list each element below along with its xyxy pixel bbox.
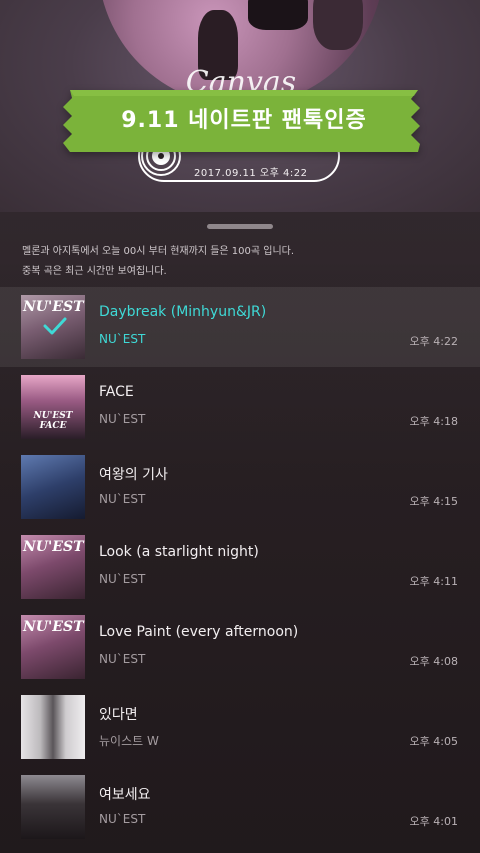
song-row[interactable]: NU'EST FACE FACE NU`EST 오후 4:18 <box>0 367 480 447</box>
banner-title: 9.11 네이트판 팬톡인증 <box>121 108 367 133</box>
song-row[interactable]: NU'EST Look (a starlight night) NU`EST 오… <box>0 527 480 607</box>
notice-text: 멜론과 아지톡에서 오늘 00시 부터 현재까지 들은 100곡 입니다. 중복… <box>22 242 462 282</box>
song-title: FACE <box>99 384 134 400</box>
album-art-figure <box>313 0 363 50</box>
album-thumbnail <box>21 775 85 839</box>
song-row[interactable]: NU'EST Love Paint (every afternoon) NU`E… <box>0 607 480 687</box>
play-time: 오후 4:22 <box>409 335 458 348</box>
drag-handle[interactable] <box>207 224 273 229</box>
song-title: 여보세요 <box>99 787 151 803</box>
song-artist: NU`EST <box>99 812 146 826</box>
song-title: Love Paint (every afternoon) <box>99 624 299 640</box>
album-thumbnail <box>21 695 85 759</box>
song-title: 여왕의 기사 <box>99 467 168 483</box>
play-time: 오후 4:18 <box>409 415 458 428</box>
song-list: NU'EST Daybreak (Minhyun&JR) NU`EST 오후 4… <box>0 287 480 847</box>
song-list-panel: 멜론과 아지톡에서 오늘 00시 부터 현재까지 들은 100곡 입니다. 중복… <box>0 212 480 853</box>
album-thumbnail: NU'EST FACE <box>21 375 85 439</box>
song-artist: NU`EST <box>99 652 146 666</box>
play-time: 오후 4:01 <box>409 815 458 828</box>
certificate-datetime: 2017.09.11 오후 4:22 <box>194 168 308 179</box>
album-thumbnail-text: NU'EST <box>23 299 84 315</box>
album-art-figure <box>248 0 308 30</box>
album-thumbnail-text: NU'EST <box>23 539 84 555</box>
album-thumbnail-text: NU'EST <box>23 619 84 635</box>
song-row[interactable]: 있다면 뉴이스트 W 오후 4:05 <box>0 687 480 767</box>
album-thumbnail: NU'EST <box>21 295 85 359</box>
play-time: 오후 4:08 <box>409 655 458 668</box>
song-title: Daybreak (Minhyun&JR) <box>99 304 267 320</box>
song-title: 있다면 <box>99 707 138 723</box>
notice-line: 중복 곡은 최근 시간만 보여집니다. <box>22 266 167 277</box>
album-thumbnail: NU'EST <box>21 535 85 599</box>
check-icon <box>43 317 67 335</box>
song-row[interactable]: 여왕의 기사 NU`EST 오후 4:15 <box>0 447 480 527</box>
song-artist: NU`EST <box>99 332 146 346</box>
certificate-banner: 9.11 네이트판 팬톡인증 <box>62 86 426 156</box>
song-artist: 뉴이스트 W <box>99 734 159 748</box>
certificate-header: Canvas 2017.09.11 오후 4:22 9.11 네이트판 팬톡인증 <box>0 0 480 212</box>
song-artist: NU`EST <box>99 412 146 426</box>
play-time: 오후 4:05 <box>409 735 458 748</box>
album-thumbnail: NU'EST <box>21 615 85 679</box>
song-title: Look (a starlight night) <box>99 544 259 560</box>
play-time: 오후 4:11 <box>409 575 458 588</box>
song-artist: NU`EST <box>99 572 146 586</box>
song-row[interactable]: 여보세요 NU`EST 오후 4:01 <box>0 767 480 847</box>
album-thumbnail <box>21 455 85 519</box>
screen: Canvas 2017.09.11 오후 4:22 9.11 네이트판 팬톡인증… <box>0 0 480 853</box>
play-time: 오후 4:15 <box>409 495 458 508</box>
notice-line: 멜론과 아지톡에서 오늘 00시 부터 현재까지 들은 100곡 입니다. <box>22 246 295 257</box>
song-row[interactable]: NU'EST Daybreak (Minhyun&JR) NU`EST 오후 4… <box>0 287 480 367</box>
album-thumbnail-text: NU'EST FACE <box>33 411 73 431</box>
song-artist: NU`EST <box>99 492 146 506</box>
